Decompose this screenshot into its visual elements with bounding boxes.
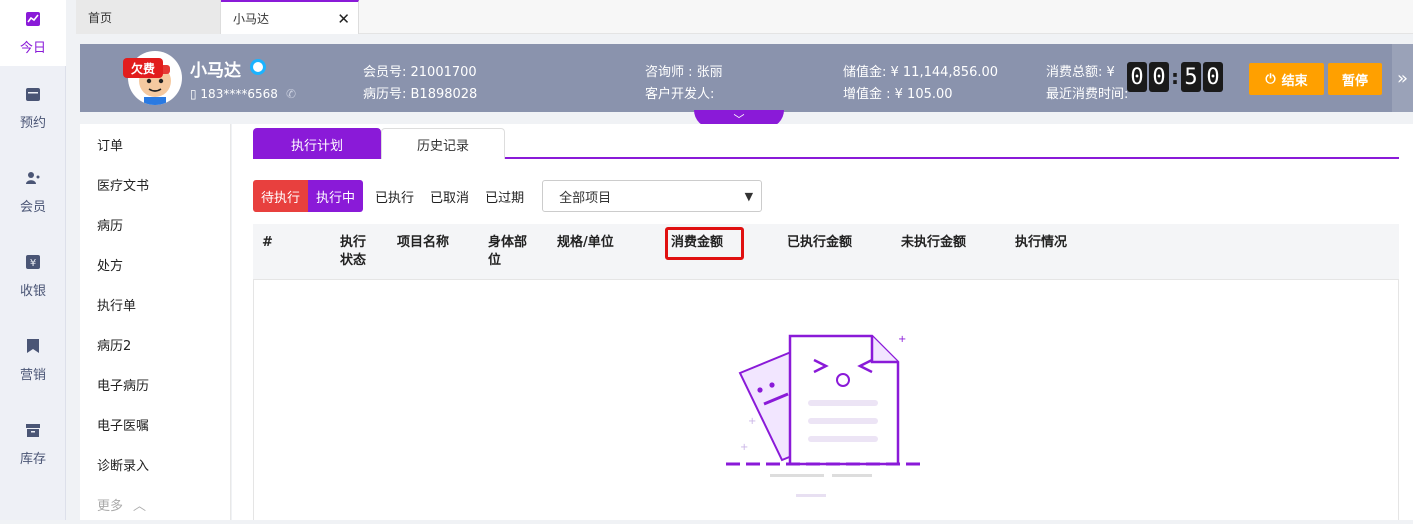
submenu-item-execution-sheet[interactable]: 执行单 (80, 284, 230, 324)
col-index: # (262, 235, 273, 250)
svg-text:+: + (898, 334, 906, 345)
developer: 客户开发人: (645, 87, 715, 102)
timer: 0 0 : 5 0 (1127, 62, 1225, 92)
end-button[interactable]: ⏻ 结束 (1249, 63, 1324, 95)
verified-icon (250, 59, 266, 75)
pause-button[interactable]: 暂停 (1328, 63, 1382, 95)
customer-name: 小马达 (190, 61, 241, 81)
empty-data-illustration: + + + (726, 334, 926, 497)
col-spec-unit: 规格/单位 (557, 235, 614, 250)
phone-number: ▯ 183****6568 (190, 87, 278, 101)
timer-digit: 0 (1203, 62, 1223, 92)
end-label: 结束 (1281, 73, 1308, 89)
close-icon[interactable]: ✕ (337, 10, 350, 28)
tab-bar: 首页 小马达 ✕ (76, 0, 1413, 34)
svg-text:+: + (748, 416, 756, 427)
nav-item-appointment[interactable]: 预约 (0, 66, 66, 150)
tab-label: 小马达 (233, 11, 270, 26)
col-item-name: 项目名称 (397, 235, 450, 250)
submenu-item-prescription[interactable]: 处方 (80, 244, 230, 284)
content-tabs: 执行计划 历史记录 (253, 128, 1399, 159)
pause-label: 暂停 (1341, 73, 1368, 89)
double-chevron-right-icon[interactable]: » (1392, 44, 1413, 112)
submenu-item-case-history-2[interactable]: 病历2 (80, 324, 230, 364)
project-select[interactable]: 全部项目 ▼ (542, 180, 763, 212)
chevron-down-icon: ▼ (744, 189, 754, 203)
nav-item-today[interactable]: 今日 (0, 0, 66, 66)
table-body: + + + (253, 280, 1399, 520)
chevron-up-icon: ︿ (133, 498, 147, 514)
submenu-more[interactable]: 更多 ︿ (80, 484, 230, 524)
col-exec-status: 执行 状态 (340, 235, 367, 268)
customer-header: 欠费 小马达 ▯ 183****6568 ✆ 会员号: 21001700 病历号… (80, 44, 1413, 112)
nav-item-members[interactable]: 会员 (0, 150, 66, 234)
timer-colon: : (1171, 65, 1179, 89)
power-icon: ⏻ (1265, 71, 1276, 87)
nav-label: 库存 (19, 451, 46, 467)
tab-history[interactable]: 历史记录 (381, 128, 505, 159)
added-value: 增值金 : ¥ 105.00 (843, 87, 953, 102)
select-value: 全部项目 (559, 190, 612, 206)
filter-cancelled[interactable]: 已取消 (422, 180, 477, 212)
tab-execution-plan[interactable]: 执行计划 (253, 128, 381, 159)
phone-icon[interactable]: ✆ (286, 87, 296, 101)
owe-badge: 欠费 (123, 58, 163, 78)
record-no: 病历号: B1898028 (363, 87, 478, 102)
last-consume: 最近消费时间: (1046, 87, 1129, 102)
left-nav: 今日 预约 会员 ¥ 收银 营销 库存 (0, 0, 66, 520)
filter-executed[interactable]: 已执行 (367, 180, 422, 212)
col-body-part: 身体部 位 (488, 235, 528, 268)
bookmark-icon (27, 338, 39, 353)
box-icon (26, 423, 40, 437)
submenu-item-orders[interactable]: 订单 (80, 124, 230, 164)
stored-value: 储值金: ¥ 11,144,856.00 (843, 65, 999, 80)
phone-value: 183****6568 (200, 87, 278, 101)
table-header: # 执行 状态 项目名称 身体部 位 规格/单位 消费金额 已执行金额 未执行金… (253, 224, 1399, 280)
tab-home[interactable]: 首页 (76, 0, 221, 34)
calendar-icon (26, 87, 40, 101)
timer-digit: 0 (1127, 62, 1147, 92)
submenu-item-diagnosis-entry[interactable]: 诊断录入 (80, 444, 230, 484)
users-icon (26, 171, 40, 184)
tab-current[interactable]: 小马达 ✕ (221, 0, 359, 34)
member-no: 会员号: 21001700 (363, 65, 477, 80)
col-executed-amount: 已执行金额 (787, 235, 853, 250)
filter-expired[interactable]: 已过期 (477, 180, 532, 212)
timer-digit: 0 (1149, 62, 1169, 92)
total-consume: 消费总额: ¥ (1046, 65, 1115, 80)
submenu-item-medical-docs[interactable]: 医疗文书 (80, 164, 230, 204)
filter-pending[interactable]: 待执行 (253, 180, 309, 212)
chart-icon (26, 11, 40, 26)
nav-label: 预约 (19, 115, 46, 131)
submenu-item-medical-orders[interactable]: 电子医嘱 (80, 404, 230, 444)
nav-label: 会员 (19, 199, 46, 215)
status-filters: 待执行 执行中 已执行 已取消 已过期 全部项目 ▼ (253, 180, 763, 212)
nav-label: 今日 (19, 40, 46, 56)
consultant: 咨询师 : 张丽 (645, 65, 723, 80)
yen-icon: ¥ (26, 254, 40, 269)
svg-text:+: + (740, 442, 748, 453)
nav-label: 营销 (19, 367, 46, 383)
svg-text:¥: ¥ (30, 258, 36, 269)
submenu-item-emr[interactable]: 电子病历 (80, 364, 230, 404)
timer-digit: 5 (1181, 62, 1201, 92)
record-submenu: 订单 医疗文书 病历 处方 执行单 病历2 电子病历 电子医嘱 诊断录入 更多 … (80, 124, 231, 520)
nav-item-marketing[interactable]: 营销 (0, 318, 66, 402)
col-exec-situation: 执行情况 (1015, 235, 1068, 250)
highlight-box (665, 227, 744, 260)
nav-label: 收银 (19, 283, 46, 299)
tab-label: 首页 (88, 10, 113, 25)
filter-running[interactable]: 执行中 (308, 180, 364, 212)
col-unexecuted-amount: 未执行金额 (901, 235, 967, 250)
more-label: 更多 (97, 498, 124, 514)
submenu-item-case-history[interactable]: 病历 (80, 204, 230, 244)
nav-item-inventory[interactable]: 库存 (0, 402, 66, 486)
nav-item-cashier[interactable]: ¥ 收银 (0, 234, 66, 318)
main-content: 执行计划 历史记录 待执行 执行中 已执行 已取消 已过期 全部项目 ▼ # 执… (232, 124, 1413, 520)
